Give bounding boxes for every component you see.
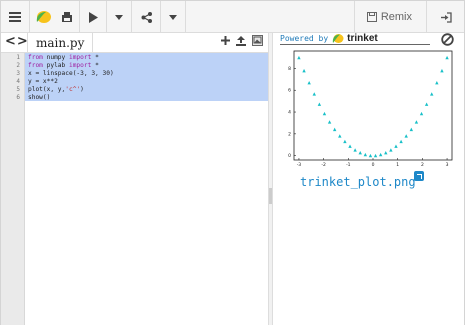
data-point (363, 152, 368, 157)
code-line[interactable]: x = linspace(-3, 3, 30) (28, 70, 114, 77)
data-point (419, 111, 424, 116)
data-point (338, 134, 342, 138)
code-line[interactable]: plot(x, y,'c^') (28, 86, 84, 93)
data-point (312, 92, 316, 96)
tab-label: main.py (36, 36, 85, 50)
add-file-icon[interactable] (221, 36, 230, 45)
powered-by-banner[interactable]: Powered by trinket (280, 33, 430, 45)
y-tick-label: 2 (288, 131, 291, 137)
tab-scroll-arrows-icon[interactable]: <> (5, 34, 29, 49)
data-point (332, 127, 337, 132)
data-point (307, 81, 311, 85)
line-number: 5 (16, 86, 20, 93)
data-point (317, 102, 322, 106)
x-tick-label: -3 (297, 162, 302, 168)
x-tick-label: 3 (446, 162, 449, 168)
login-button[interactable] (426, 1, 464, 33)
data-point (404, 134, 408, 138)
data-point (414, 120, 419, 124)
remix-label: Remix (380, 11, 412, 23)
data-point (409, 127, 414, 132)
remix-button[interactable]: Remix (353, 1, 424, 33)
data-point (302, 68, 306, 73)
open-external-icon[interactable] (414, 171, 424, 181)
x-tick-label: -2 (321, 162, 326, 168)
y-tick-label: 6 (288, 88, 291, 94)
data-point (368, 153, 373, 158)
file-tab-bar: <> main.py (1, 33, 269, 53)
data-point (399, 139, 403, 144)
line-number: 6 (16, 94, 20, 101)
data-point (358, 150, 362, 155)
save-icon (366, 12, 377, 22)
share-to-device-icon[interactable] (56, 1, 78, 33)
data-point (378, 152, 383, 157)
data-point (435, 81, 439, 85)
plot-filename: trinket_plot.png (300, 175, 416, 189)
trinket-logo-icon[interactable] (30, 1, 56, 33)
y-tick-label: 8 (288, 66, 291, 72)
share-icon[interactable] (132, 1, 160, 33)
line-number: 1 (16, 54, 20, 61)
line-number-gutter: 1 2 3 4 5 6 (1, 53, 25, 325)
data-point (353, 148, 357, 152)
run-options-chevron-down-icon[interactable] (107, 1, 131, 33)
line-number: 2 (16, 62, 20, 69)
image-library-icon[interactable] (252, 35, 263, 46)
hamburger-menu-icon[interactable] (1, 1, 29, 33)
line-number: 4 (16, 78, 20, 85)
x-tick-label: 1 (396, 162, 399, 168)
x-tick-label: 0 (372, 162, 375, 168)
output-panel: Powered by trinket -3 -2 -1 0 1 2 3 0 2 4 6 8 trink… (273, 33, 464, 325)
data-point (373, 153, 378, 158)
trinket-embed: Remix <> main.py 1 2 3 4 5 6 from numpy … (0, 0, 465, 325)
data-point (327, 120, 332, 124)
code-line[interactable]: from numpy import * (28, 54, 99, 61)
data-point (384, 150, 388, 155)
splitter-grip[interactable] (269, 188, 272, 204)
y-tick-label: 0 (288, 153, 291, 159)
code-line[interactable]: y = x**2 (28, 78, 58, 85)
share-options-chevron-down-icon[interactable] (161, 1, 185, 33)
y-tick-label: 4 (288, 110, 291, 116)
plot-image: -3 -2 -1 0 1 2 3 0 2 4 6 8 (288, 50, 453, 168)
data-point (394, 144, 398, 148)
data-point (445, 55, 449, 60)
data-point (440, 68, 444, 73)
data-point (348, 144, 352, 148)
line-number: 3 (16, 70, 20, 77)
tab-main-py[interactable]: main.py (27, 33, 94, 53)
x-tick-label: -1 (346, 162, 351, 168)
data-point (389, 148, 393, 152)
x-tick-label: 2 (421, 162, 424, 168)
data-point (424, 102, 429, 106)
code-line[interactable]: show() (28, 94, 50, 101)
top-toolbar: Remix (1, 1, 464, 33)
data-point (322, 111, 327, 116)
code-editor[interactable]: from numpy import * from pylab import * … (25, 53, 268, 325)
run-icon[interactable] (80, 1, 106, 33)
data-point (343, 139, 347, 144)
plot-axes-frame (293, 50, 453, 161)
trinket-brand: trinket (347, 33, 378, 44)
data-point (297, 55, 301, 60)
trinket-logo-icon (332, 34, 344, 43)
stop-icon[interactable] (441, 33, 454, 46)
powered-by-text: Powered by (280, 34, 329, 43)
data-point (430, 92, 434, 96)
sign-in-icon (440, 11, 452, 23)
code-line[interactable]: from pylab import * (28, 62, 99, 69)
upload-icon[interactable] (236, 35, 246, 46)
